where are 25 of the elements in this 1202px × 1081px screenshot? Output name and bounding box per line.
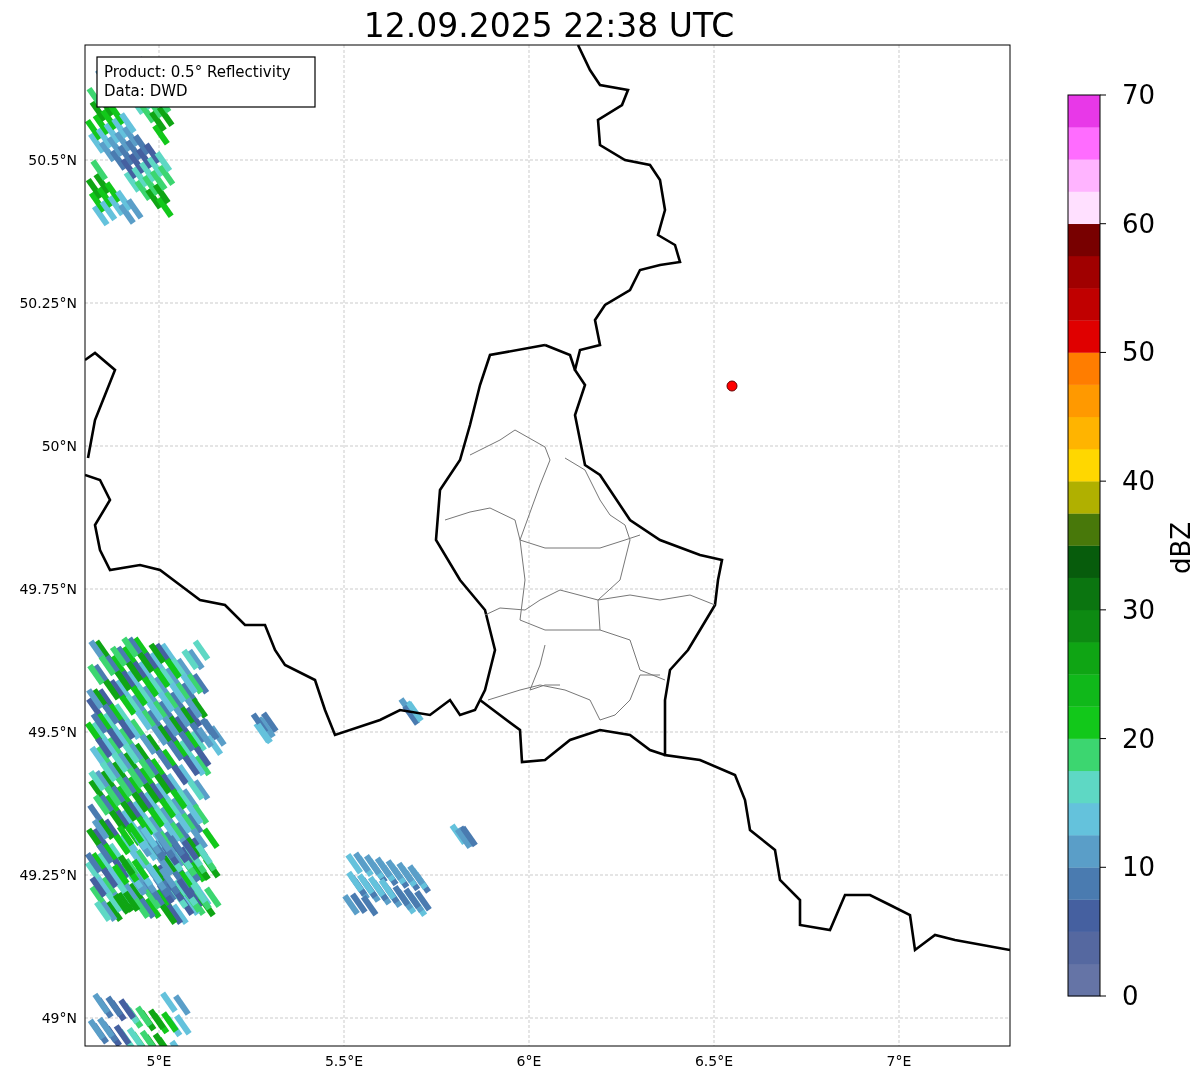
axis-tick-label: 50.5°N <box>28 152 77 168</box>
chart-title: 12.09.2025 22:38 UTC <box>363 6 735 45</box>
colorbar-tick-label: 0 <box>1122 981 1139 1011</box>
axis-tick-label: 5.5°E <box>324 1053 364 1069</box>
colorbar-label: dBZ <box>1166 521 1196 575</box>
axis-tick-label: 6.5°E <box>694 1053 734 1069</box>
colorbar-tick-label: 70 <box>1122 80 1156 110</box>
colorbar-tick-label: 20 <box>1122 723 1156 754</box>
colorbar-tick-label: 40 <box>1122 466 1156 497</box>
colorbar-tick-label: 50 <box>1122 337 1156 368</box>
axis-tick-label: 49.5°N <box>28 724 77 740</box>
axis-tick-label: 5°E <box>146 1053 172 1069</box>
axis-tick-label: 49.25°N <box>19 867 77 883</box>
colorbar-tick-label: 60 <box>1122 208 1156 239</box>
axis-tick-label: 50°N <box>41 438 77 454</box>
axis-tick-label: 50.25°N <box>19 295 77 311</box>
info-text: Data: DWD <box>104 82 188 100</box>
axis-tick-label: 49°N <box>41 1010 77 1026</box>
colorbar-tick-label: 10 <box>1122 852 1156 883</box>
axis-tick-label: 49.75°N <box>19 581 77 597</box>
radar-site-marker <box>726 380 738 392</box>
colorbar-tick-label: 30 <box>1122 594 1156 625</box>
info-text: Product: 0.5° Reflectivity <box>104 63 291 81</box>
axis-tick-label: 7°E <box>886 1053 912 1069</box>
axis-tick-label: 6°E <box>516 1053 542 1069</box>
